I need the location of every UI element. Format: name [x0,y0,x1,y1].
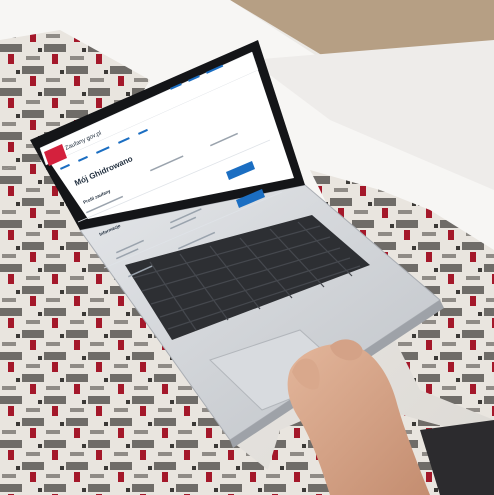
photo-illustration: Zaufany gov.pl Mój Ghidrowano Profil zau… [0,0,494,495]
photo-scene: Zaufany gov.pl Mój Ghidrowano Profil zau… [0,0,494,495]
